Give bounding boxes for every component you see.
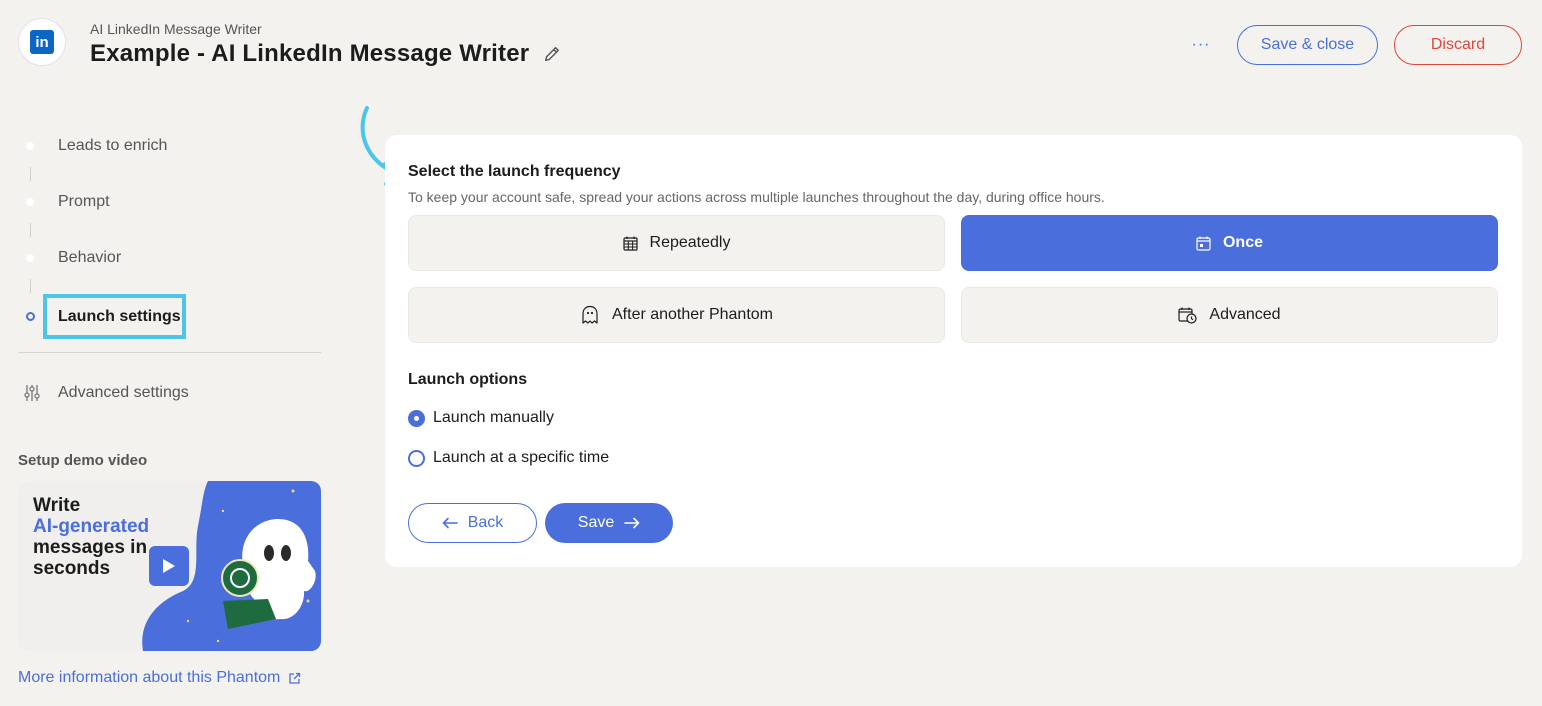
discard-button[interactable]: Discard (1394, 25, 1522, 65)
ghost-icon (582, 305, 598, 324)
launch-specific-time-option[interactable]: Launch at a specific time (408, 449, 609, 467)
demo-video-heading: Setup demo video (18, 452, 148, 469)
sidebar-divider (18, 352, 321, 353)
step-label: Prompt (58, 193, 110, 210)
linkedin-icon: in (30, 30, 54, 54)
save-close-button[interactable]: Save & close (1237, 25, 1378, 65)
launch-options-title: Launch options (408, 371, 528, 388)
more-options-button[interactable]: ··· (1186, 30, 1216, 60)
radio-checked[interactable] (408, 409, 425, 427)
demo-caption-highlight: AI-generated (33, 516, 150, 537)
demo-video-thumbnail[interactable]: Write AI-generated messages in seconds (18, 481, 321, 651)
frequency-once-button[interactable]: Once (961, 215, 1498, 271)
launch-frequency-description: To keep your account safe, spread your a… (408, 189, 1105, 205)
step-dot (26, 198, 34, 206)
launch-settings-card: Select the launch frequency To keep your… (385, 135, 1522, 567)
more-info-link[interactable]: More information about this Phantom (18, 669, 301, 687)
frequency-label: After another Phantom (612, 306, 773, 323)
advanced-settings-link[interactable]: Advanced settings (24, 384, 189, 402)
arrow-right-icon (624, 517, 640, 529)
step-connector (30, 167, 31, 181)
step-dot (26, 142, 34, 150)
frequency-label: Advanced (1209, 306, 1281, 323)
frequency-after-phantom-button[interactable]: After another Phantom (408, 287, 945, 343)
back-button[interactable]: Back (408, 503, 537, 543)
demo-caption-line: Write (33, 495, 81, 516)
breadcrumb-subtitle: AI LinkedIn Message Writer (90, 21, 262, 37)
advanced-settings-label: Advanced settings (58, 384, 189, 401)
back-label: Back (467, 514, 504, 531)
play-icon (163, 559, 175, 573)
demo-caption-line: messages in (33, 537, 148, 558)
page-title: Example - AI LinkedIn Message Writer (90, 40, 561, 68)
more-info-label: More information about this Phantom (18, 669, 281, 686)
frequency-label: Once (1222, 234, 1263, 251)
demo-video-caption: Write AI-generated messages in seconds (33, 495, 149, 579)
frequency-label: Repeatedly (649, 234, 731, 251)
step-label: Leads to enrich (58, 137, 168, 154)
calendar-icon (1196, 236, 1211, 251)
step-connector (30, 223, 31, 237)
calendar-clock-icon (1178, 307, 1198, 324)
app-logo: in (18, 18, 66, 66)
frequency-advanced-button[interactable]: Advanced (961, 287, 1498, 343)
step-connector (30, 279, 31, 293)
save-button[interactable]: Save (545, 503, 673, 543)
step-dot (26, 254, 34, 262)
step-label: Behavior (58, 249, 122, 266)
play-button[interactable] (149, 546, 189, 586)
demo-caption-line: seconds (33, 558, 111, 579)
launch-manually-option[interactable]: Launch manually (408, 409, 554, 427)
sliders-icon (24, 385, 40, 401)
radio-unchecked[interactable] (408, 449, 425, 467)
external-link-icon (289, 672, 301, 684)
edit-pencil-icon[interactable] (543, 45, 561, 63)
save-label: Save (577, 514, 615, 531)
step-label: Launch settings (58, 307, 181, 325)
calendar-grid-icon (622, 236, 638, 251)
radio-label: Launch at a specific time (433, 449, 610, 466)
radio-label: Launch manually (433, 409, 554, 426)
active-step-dot (26, 312, 35, 321)
page-title-text: Example - AI LinkedIn Message Writer (90, 40, 530, 67)
launch-frequency-title: Select the launch frequency (408, 163, 621, 180)
frequency-repeatedly-button[interactable]: Repeatedly (408, 215, 945, 271)
sidebar-step-launch-settings[interactable]: Launch settings (43, 294, 186, 339)
arrow-left-icon (442, 517, 458, 529)
